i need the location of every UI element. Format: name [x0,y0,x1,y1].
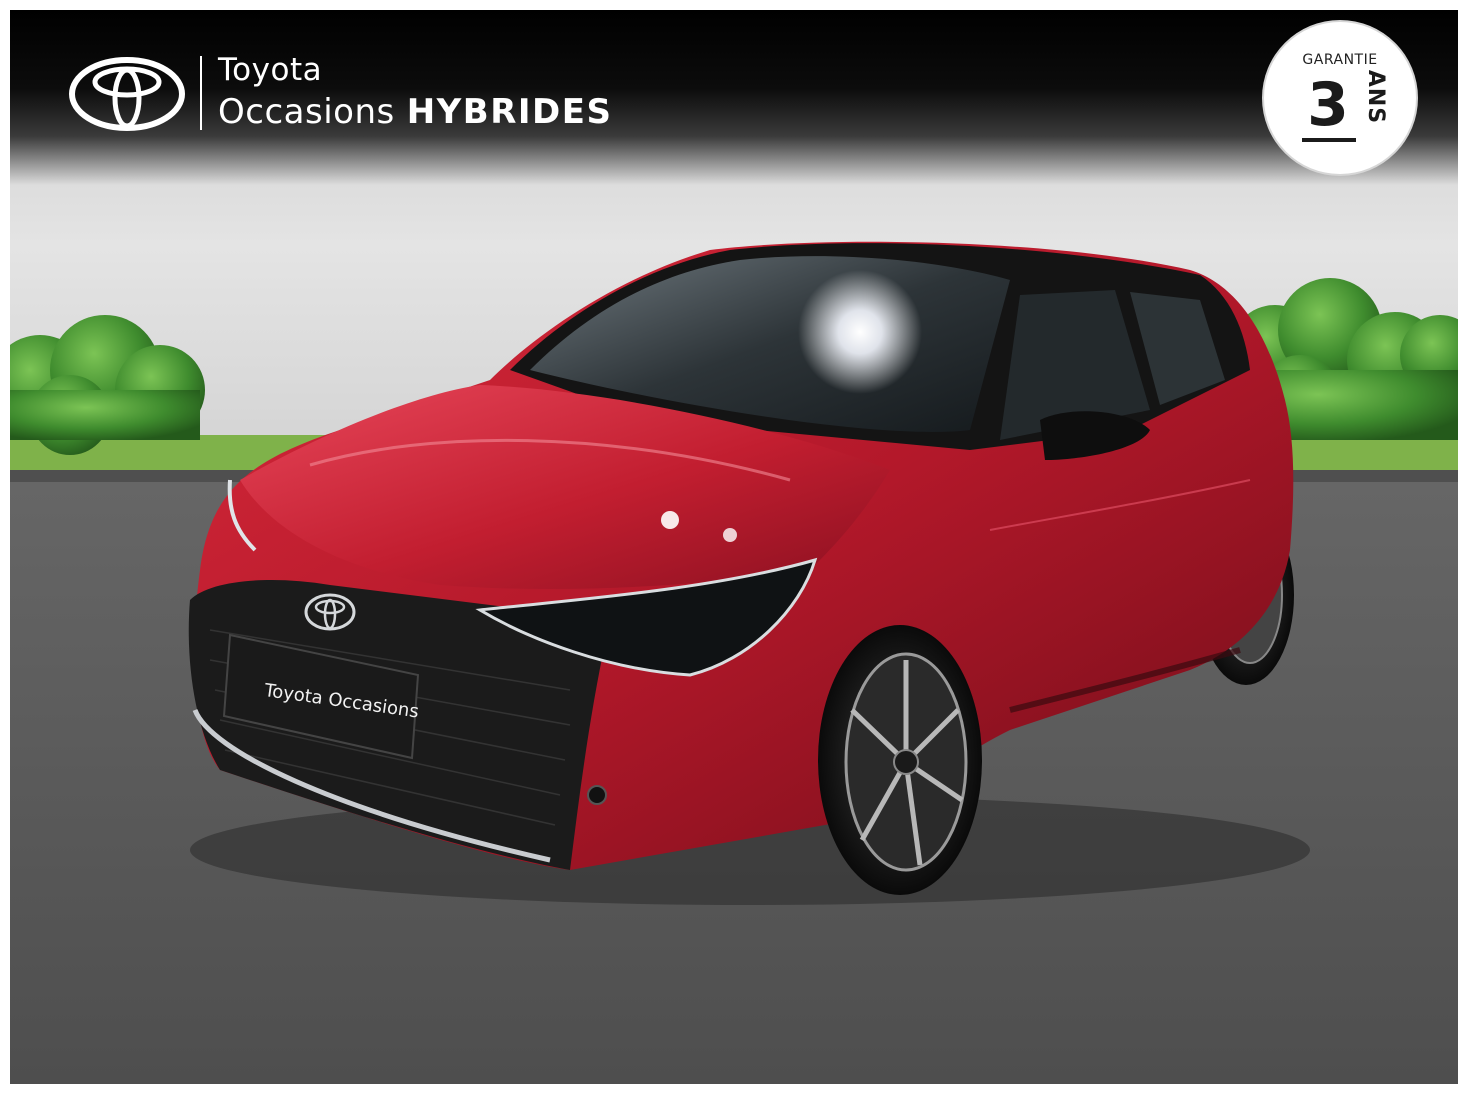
warranty-badge: GARANTIE 3 ANS [1264,22,1416,174]
warranty-underline [1302,138,1356,142]
toyota-logo-icon [69,57,185,131]
warranty-years: 3 [1307,70,1349,140]
brand-name: Toyota [218,52,323,88]
warranty-label: GARANTIE [1302,52,1378,68]
warranty-unit: ANS [1363,69,1388,125]
brand-tagline: Occasions HYBRIDES [218,92,612,132]
brand-lockup: Toyota Occasions HYBRIDES [68,50,688,140]
photo-frame: Toyota Occasions HYBRIDES GARANTIE 3 ANS … [10,10,1458,1084]
brand-emphasis: HYBRIDES [406,92,613,132]
brand-sub: Occasions [218,92,395,132]
brand-divider [200,56,202,130]
